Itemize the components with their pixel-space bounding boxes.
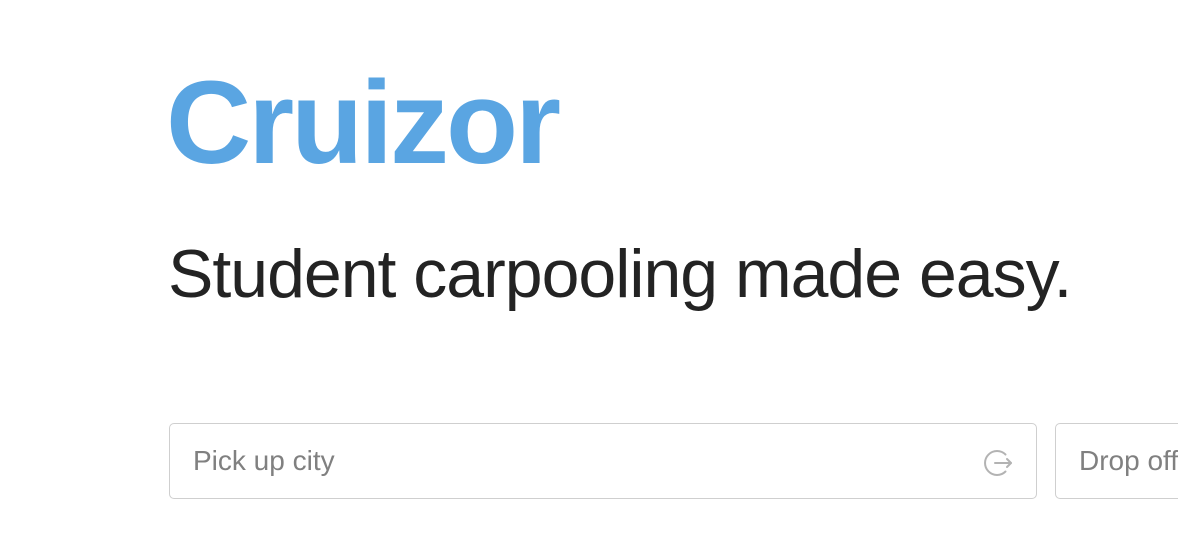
hero-tagline: Student carpooling made easy. [168,236,1072,312]
pickup-city-field[interactable] [169,423,1037,499]
locate-icon[interactable] [984,448,1014,478]
dropoff-city-input[interactable] [1056,424,1178,498]
pickup-city-input[interactable] [170,424,1036,498]
brand-logo-text: Cruizor [166,57,561,189]
dropoff-city-field[interactable] [1055,423,1178,499]
